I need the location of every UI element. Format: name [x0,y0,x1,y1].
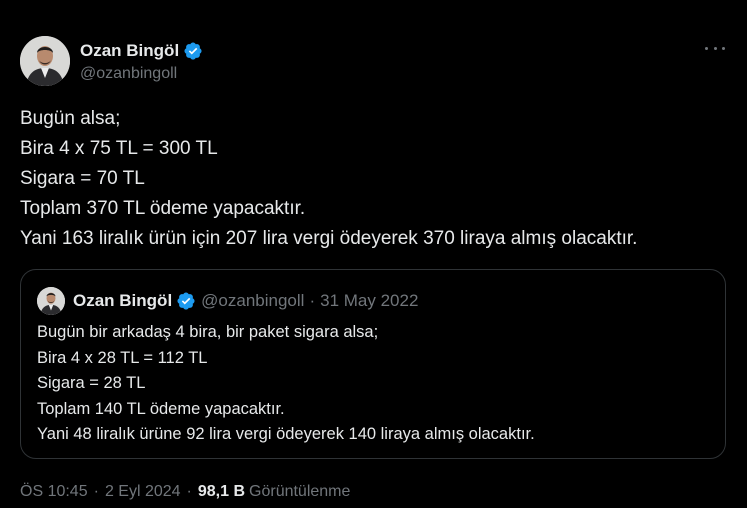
tweet-text: Bugün alsa; Bira 4 x 75 TL = 300 TL Siga… [20,104,730,254]
quoted-tweet-header: Ozan Bingöl @ozanbingoll · 31 May 2022 [37,286,418,316]
quoted-tweet[interactable]: Ozan Bingöl @ozanbingoll · 31 May 2022 B… [20,269,726,459]
tweet-text-line: Bira 4 x 75 TL = 300 TL [20,138,218,159]
quoted-date: 31 May 2022 [320,291,419,310]
tweet-text-line: Toplam 370 TL ödeme yapacaktır. [20,198,306,219]
tweet-header: Ozan Bingöl @ozanbingoll [20,36,203,86]
quoted-text-line: Sigara = 28 TL [37,374,146,392]
tweet: Ozan Bingöl @ozanbingoll Bugün alsa; Bir… [0,0,747,508]
quoted-text-line: Yani 48 liralık ürüne 92 lira vergi ödey… [37,425,535,443]
quoted-text-line: Bugün bir arkadaş 4 bira, bir paket siga… [37,323,379,341]
author-handle[interactable]: @ozanbingoll [80,65,203,83]
more-icon[interactable] [705,40,725,56]
quoted-avatar [37,287,65,315]
quoted-handle: @ozanbingoll [201,291,305,310]
quoted-tweet-text: Bugün bir arkadaş 4 bira, bir paket siga… [37,320,535,448]
author-display-name[interactable]: Ozan Bingöl [80,41,179,61]
quoted-display-name: Ozan Bingöl [73,291,173,310]
views-count[interactable]: 98,1 B [198,483,245,501]
verified-badge-icon [176,291,196,311]
views-label: Görüntülenme [249,483,351,500]
tweet-date[interactable]: 2 Eyl 2024 [105,483,181,501]
tweet-time[interactable]: ÖS 10:45 [20,483,88,501]
more-dot [722,46,725,50]
quoted-text-line: Toplam 140 TL ödeme yapacaktır. [37,399,285,418]
avatar[interactable] [20,36,70,86]
meta-separator: · [186,483,192,500]
tweet-text-line: Sigara = 70 TL [20,168,145,189]
tweet-meta: ÖS 10:45 · 2 Eyl 2024 · 98,1 B Görüntüle… [20,483,350,501]
tweet-text-line: Bugün alsa; [20,108,121,129]
author-name-row: Ozan Bingöl [80,39,203,63]
verified-badge-icon [183,41,203,61]
more-dot [705,46,708,50]
quoted-text-line: Bira 4 x 28 TL = 112 TL [37,348,208,367]
author-info: Ozan Bingöl @ozanbingoll [80,39,203,83]
more-dot [713,46,717,50]
quoted-separator: · [309,291,316,310]
meta-separator: · [93,483,99,500]
tweet-text-line: Yani 163 liralık ürün için 207 lira verg… [20,228,638,249]
